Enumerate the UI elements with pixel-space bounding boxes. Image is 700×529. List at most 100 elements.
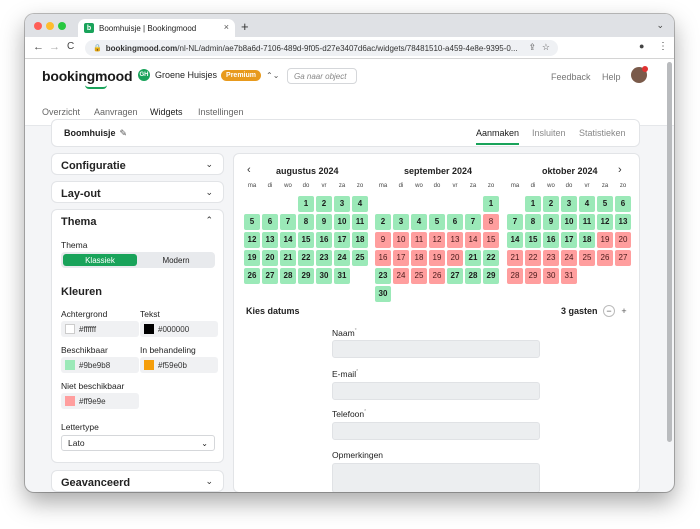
calendar-day[interactable]: 2 [316, 196, 332, 212]
calendar-day[interactable]: 13 [262, 232, 278, 248]
calendar-day[interactable]: 14 [507, 232, 523, 248]
new-tab-icon[interactable]: + [241, 19, 249, 34]
calendar-day[interactable]: 14 [465, 232, 481, 248]
tab-aanvragen[interactable]: Aanvragen [94, 107, 138, 117]
calendar-day[interactable]: 26 [244, 268, 260, 284]
close-tab-icon[interactable]: × [224, 22, 229, 32]
browser-tab[interactable]: b Boomhuisje | Bookingmood × [78, 19, 235, 37]
tab-overzicht[interactable]: Overzicht [42, 107, 80, 117]
calendar-day[interactable]: 15 [298, 232, 314, 248]
calendar-day[interactable]: 19 [429, 250, 445, 266]
calendar-day[interactable]: 10 [561, 214, 577, 230]
calendar-day[interactable]: 22 [525, 250, 541, 266]
profile-icon[interactable]: ● [639, 41, 644, 51]
calendar-day[interactable]: 1 [298, 196, 314, 212]
calendar-day[interactable]: 18 [352, 232, 368, 248]
page-scrollbar[interactable] [667, 62, 672, 442]
calendar-day[interactable]: 22 [298, 250, 314, 266]
account-switcher[interactable]: GH Groene Huisjes Premium ⌃⌄ [138, 69, 279, 81]
color-field-in-behandeling[interactable]: #f59e0b [140, 357, 218, 373]
calendar-day[interactable]: 21 [465, 250, 481, 266]
browser-menu-icon[interactable]: ⋮ [658, 41, 668, 52]
object-search-input[interactable]: Ga naar object [287, 68, 357, 84]
calendar-day[interactable]: 9 [543, 214, 559, 230]
color-field-achtergrond[interactable]: #ffffff [61, 321, 139, 337]
calendar-day[interactable]: 2 [543, 196, 559, 212]
telefoon-input[interactable] [332, 422, 540, 440]
calendar-day[interactable]: 4 [579, 196, 595, 212]
calendar-day[interactable]: 9 [375, 232, 391, 248]
tab-widgets[interactable]: Widgets [150, 107, 183, 123]
calendar-day[interactable]: 4 [352, 196, 368, 212]
calendar-day[interactable]: 3 [393, 214, 409, 230]
calendar-day[interactable]: 24 [334, 250, 350, 266]
calendar-day[interactable]: 19 [244, 250, 260, 266]
calendar-day[interactable]: 5 [597, 196, 613, 212]
color-field-tekst[interactable]: #000000 [140, 321, 218, 337]
calendar-day[interactable]: 26 [429, 268, 445, 284]
calendar-day[interactable]: 17 [561, 232, 577, 248]
font-select[interactable]: Lato ⌄ [61, 435, 215, 451]
calendar-day[interactable]: 11 [411, 232, 427, 248]
tab-insluiten[interactable]: Insluiten [532, 128, 566, 138]
tab-search-chevron-icon[interactable]: ⌄ [656, 20, 664, 31]
calendar-day[interactable]: 22 [483, 250, 499, 266]
calendar-day[interactable]: 21 [507, 250, 523, 266]
calendar-day[interactable]: 17 [393, 250, 409, 266]
decrease-guests-button[interactable]: − [603, 305, 615, 317]
calendar-day[interactable]: 26 [597, 250, 613, 266]
theme-option-modern[interactable]: Modern [139, 254, 213, 266]
calendar-day[interactable]: 10 [334, 214, 350, 230]
back-arrow-icon[interactable]: ← [33, 41, 44, 53]
user-avatar[interactable] [631, 66, 648, 83]
calendar-day[interactable]: 21 [280, 250, 296, 266]
share-icon[interactable]: ⇪ [528, 42, 536, 53]
calendar-day[interactable]: 28 [465, 268, 481, 284]
calendar-day[interactable]: 30 [316, 268, 332, 284]
reload-icon[interactable]: C [67, 41, 74, 52]
forward-arrow-icon[interactable]: → [49, 41, 60, 53]
url-field[interactable]: 🔒 bookingmood.com /nl-NL/admin/ae7b8a6d-… [85, 40, 558, 56]
calendar-day[interactable]: 12 [597, 214, 613, 230]
calendar-day[interactable]: 17 [334, 232, 350, 248]
calendar-day[interactable]: 11 [352, 214, 368, 230]
calendar-day[interactable]: 6 [615, 196, 631, 212]
calendar-day[interactable]: 3 [334, 196, 350, 212]
calendar-day[interactable]: 5 [244, 214, 260, 230]
calendar-day[interactable]: 31 [561, 268, 577, 284]
calendar-day[interactable]: 8 [525, 214, 541, 230]
calendar-day[interactable]: 20 [262, 250, 278, 266]
calendar-day[interactable]: 18 [579, 232, 595, 248]
naam-input[interactable] [332, 340, 540, 358]
calendar-day[interactable]: 29 [525, 268, 541, 284]
opmerkingen-textarea[interactable] [332, 463, 540, 492]
calendar-day[interactable]: 6 [262, 214, 278, 230]
close-window-button[interactable] [34, 22, 42, 30]
calendar-day[interactable]: 8 [483, 214, 499, 230]
section-geavanceerd[interactable]: Geavanceerd ⌄ [51, 470, 224, 492]
section-configuratie[interactable]: Configuratie ⌄ [51, 153, 224, 175]
help-link[interactable]: Help [602, 72, 621, 82]
calendar-day[interactable]: 11 [579, 214, 595, 230]
calendar-day[interactable]: 12 [244, 232, 260, 248]
calendar-day[interactable]: 29 [483, 268, 499, 284]
previous-month-icon[interactable]: ‹ [247, 164, 251, 176]
bookingmood-logo[interactable]: bookingmood [42, 68, 133, 84]
calendar-day[interactable]: 18 [411, 250, 427, 266]
calendar-day[interactable]: 23 [543, 250, 559, 266]
calendar-day[interactable]: 6 [447, 214, 463, 230]
tab-statistieken[interactable]: Statistieken [579, 128, 626, 138]
section-title[interactable]: Thema [61, 216, 96, 228]
calendar-day[interactable]: 23 [316, 250, 332, 266]
calendar-day[interactable]: 28 [280, 268, 296, 284]
bookmark-star-icon[interactable]: ☆ [542, 42, 550, 53]
calendar-day[interactable]: 10 [393, 232, 409, 248]
calendar-day[interactable]: 5 [429, 214, 445, 230]
calendar-day[interactable]: 30 [375, 286, 391, 302]
calendar-day[interactable]: 27 [447, 268, 463, 284]
calendar-day[interactable]: 27 [262, 268, 278, 284]
calendar-day[interactable]: 15 [483, 232, 499, 248]
calendar-day[interactable]: 20 [615, 232, 631, 248]
calendar-day[interactable]: 12 [429, 232, 445, 248]
calendar-day[interactable]: 24 [393, 268, 409, 284]
